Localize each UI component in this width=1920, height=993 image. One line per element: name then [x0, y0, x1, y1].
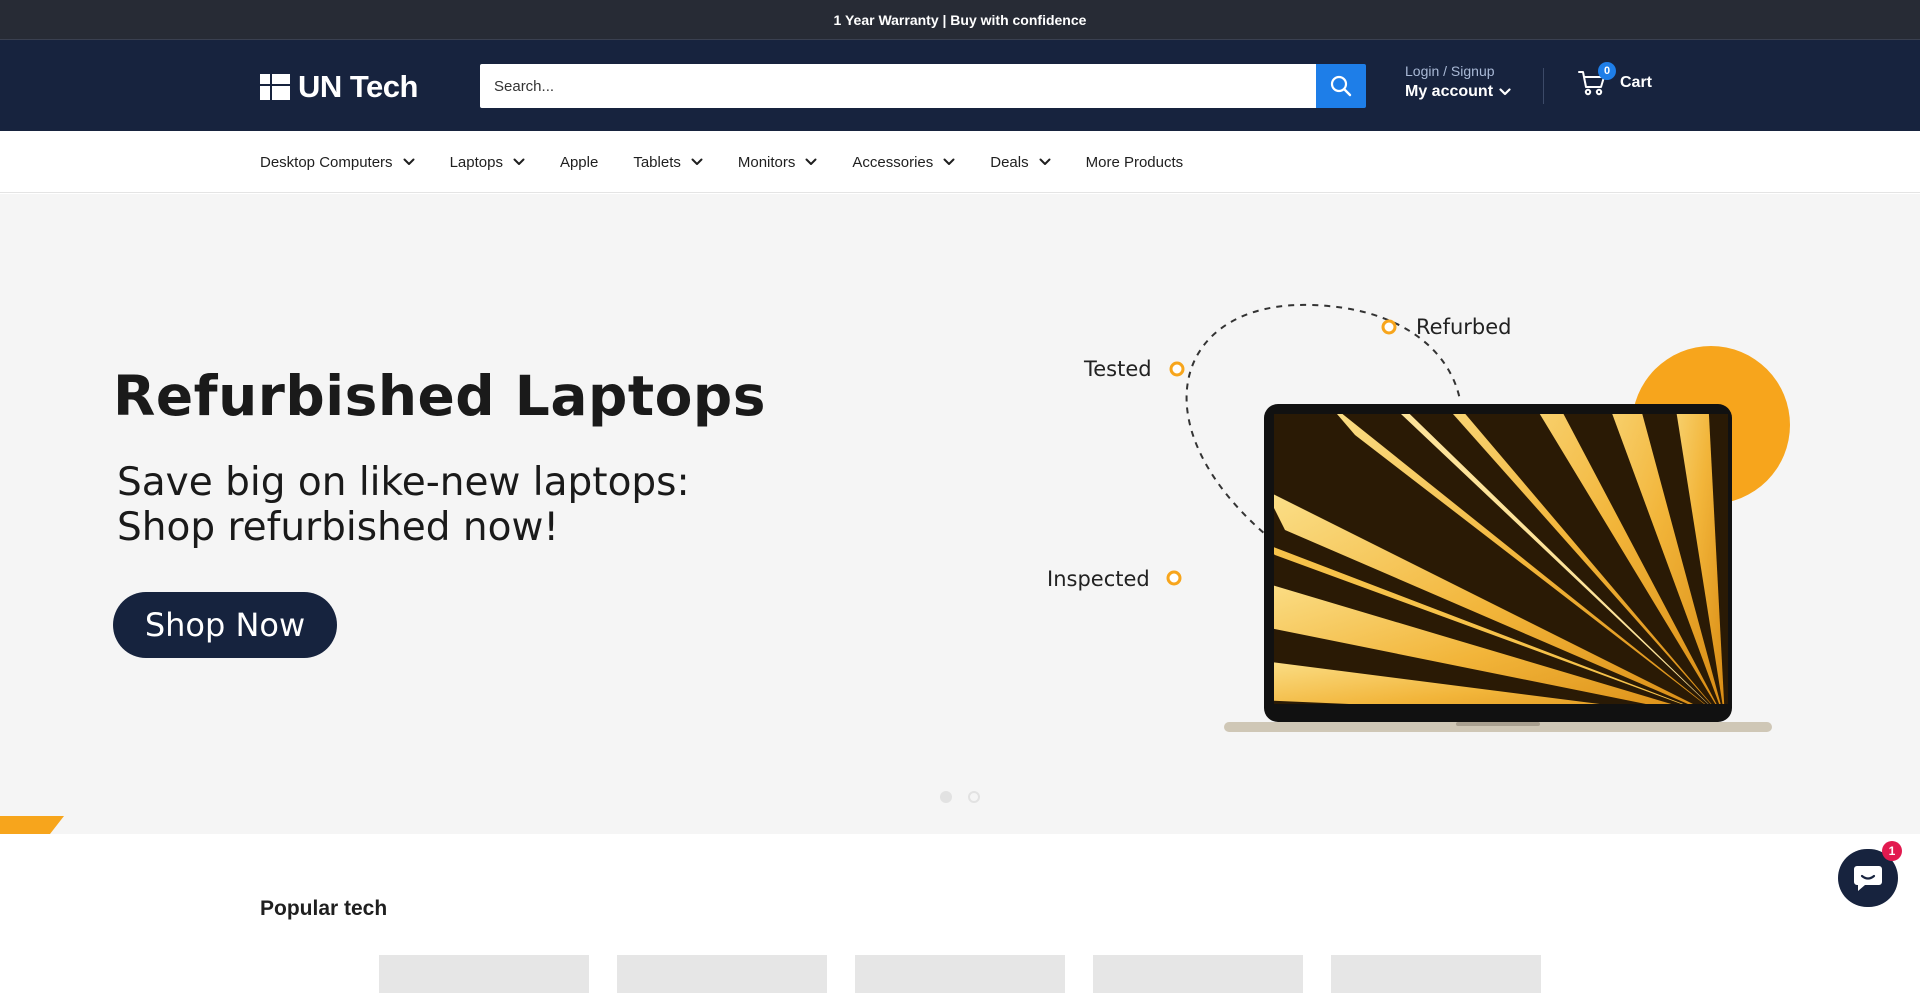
nav-item-label: Accessories — [852, 153, 934, 171]
slide-dot-2[interactable] — [968, 791, 980, 803]
chat-notification-badge: 1 — [1882, 841, 1902, 861]
product-card[interactable] — [617, 955, 827, 993]
search-form — [480, 64, 1366, 108]
refurbed-dot — [1381, 319, 1397, 335]
nav-item-label: Deals — [990, 153, 1029, 171]
search-button[interactable] — [1316, 64, 1366, 108]
nav-item-label: Monitors — [737, 153, 796, 171]
announcement-bar: 1 Year Warranty | Buy with confidence — [0, 0, 1920, 40]
nav-item-label: Tablets — [633, 153, 681, 171]
nav-item-monitors[interactable]: Monitors — [738, 154, 818, 171]
nav-item-label: Desktop Computers — [260, 153, 393, 171]
tested-dot — [1169, 361, 1185, 377]
account-menu[interactable]: Login / Signup My account — [1405, 63, 1511, 101]
nav-item-more-products[interactable]: More Products — [1086, 154, 1184, 171]
nav-item-laptops[interactable]: Laptops — [450, 154, 525, 171]
site-header: UN Tech Login / Signup My account — [0, 40, 1920, 131]
chevron-down-icon — [403, 158, 415, 165]
chevron-down-icon — [1039, 158, 1051, 165]
announcement-text: 1 Year Warranty | Buy with confidence — [833, 11, 1087, 28]
product-card[interactable] — [1093, 955, 1303, 993]
cart-label: Cart — [1620, 74, 1653, 91]
nav-item-label: Laptops — [449, 153, 503, 171]
logo-text: UN Tech — [298, 69, 418, 104]
logo[interactable]: UN Tech — [260, 69, 418, 105]
shop-now-button[interactable]: Shop Now — [113, 592, 337, 658]
product-card[interactable] — [855, 955, 1065, 993]
cart-icon: 0 — [1578, 62, 1616, 97]
badge-inspected-text: Inspected — [1047, 567, 1150, 591]
slide-dot-1[interactable] — [940, 791, 952, 803]
nav-item-tablets[interactable]: Tablets — [633, 154, 703, 171]
product-card[interactable] — [1331, 955, 1541, 993]
nav-item-label: Apple — [559, 153, 599, 171]
chat-icon — [1854, 866, 1882, 891]
product-carousel — [379, 955, 1541, 993]
badge-refurbed-text: Refurbed — [1416, 315, 1511, 339]
chevron-down-icon — [1499, 88, 1511, 96]
nav-item-desktop-computers[interactable]: Desktop Computers — [260, 154, 415, 171]
main-nav: Desktop Computers Laptops Apple Tablets … — [0, 131, 1920, 193]
nav-item-deals[interactable]: Deals — [990, 153, 1051, 171]
chevron-down-icon — [805, 158, 817, 165]
search-input[interactable] — [480, 64, 1316, 108]
chevron-down-icon — [513, 158, 525, 165]
hero-title: Refurbished Laptops — [113, 364, 767, 428]
hero-subtitle: Save big on like-new laptops: Shop refur… — [117, 460, 757, 550]
hero-subtitle-line: Save big on like-new laptops: — [117, 460, 690, 505]
hero-slideshow[interactable]: Refurbished Laptops Save big on like-new… — [0, 194, 1920, 834]
my-account-label: My account — [1405, 83, 1494, 100]
corner-decoration — [0, 816, 64, 834]
product-card[interactable] — [379, 955, 589, 993]
header-divider — [1543, 68, 1544, 104]
my-account-dropdown[interactable]: My account — [1405, 83, 1511, 101]
logo-icon — [260, 74, 290, 100]
chevron-down-icon — [943, 158, 955, 165]
nav-item-label: More Products — [1085, 153, 1184, 171]
login-signup-link[interactable]: Login / Signup — [1405, 63, 1511, 79]
section-title: Popular tech — [260, 897, 388, 920]
search-icon — [1330, 75, 1352, 97]
hero-laptop-illustration: Tested Refurbed Inspected — [1047, 303, 1790, 732]
inspected-dot — [1166, 570, 1182, 586]
cart-count-badge: 0 — [1598, 62, 1616, 80]
hero-subtitle-line: Shop refurbished now! — [117, 505, 560, 550]
slideshow-dots — [940, 791, 980, 803]
nav-item-apple[interactable]: Apple — [560, 154, 598, 171]
chevron-down-icon — [691, 158, 703, 165]
cart-button[interactable]: 0 Cart — [1578, 62, 1653, 97]
nav-item-accessories[interactable]: Accessories — [852, 154, 955, 171]
badge-tested-text: Tested — [1083, 357, 1152, 381]
